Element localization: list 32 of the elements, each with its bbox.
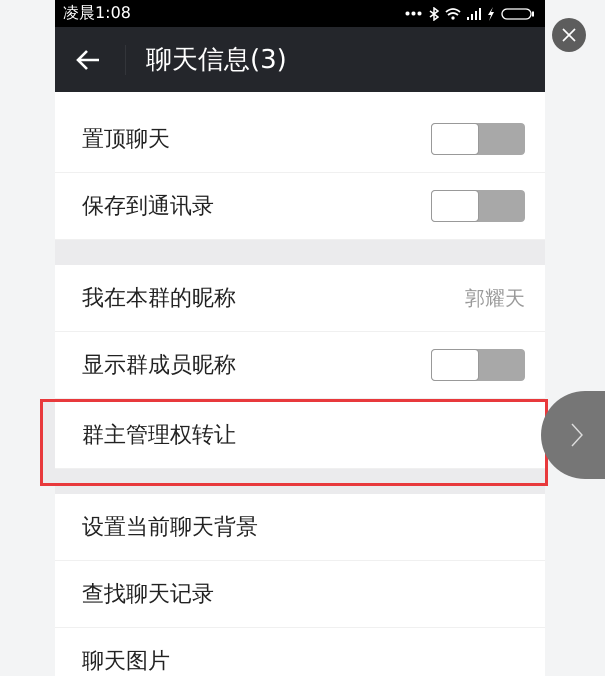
settings-row[interactable]: 保存到通讯录: [55, 173, 545, 240]
toggle-switch[interactable]: [431, 349, 525, 381]
settings-row[interactable]: 设置当前聊天背景: [55, 494, 545, 561]
row-label: 聊天图片: [82, 648, 170, 676]
settings-row[interactable]: 置顶聊天: [55, 106, 545, 173]
chevron-right-icon: [571, 423, 583, 447]
signal-icon: [467, 8, 481, 20]
row-label: 查找聊天记录: [82, 581, 214, 609]
settings-row[interactable]: 查找聊天记录: [55, 561, 545, 628]
row-label: 我在本群的昵称: [82, 285, 236, 313]
settings-row[interactable]: 聊天图片: [55, 628, 545, 676]
status-time: 凌晨1:08: [63, 3, 131, 24]
settings-row[interactable]: 群主管理权转让: [55, 402, 545, 469]
row-label: 置顶聊天: [82, 126, 170, 154]
row-label: 群主管理权转让: [82, 422, 236, 450]
close-icon: [562, 28, 576, 42]
screen-title: 聊天信息(3): [146, 44, 287, 77]
row-label: 设置当前聊天背景: [82, 514, 258, 542]
toggle-switch[interactable]: [431, 190, 525, 222]
back-arrow-icon[interactable]: [75, 48, 101, 70]
row-label: 显示群成员昵称: [82, 352, 236, 380]
row-value: 郭耀天: [465, 284, 525, 312]
battery-icon: [501, 8, 535, 20]
wifi-icon: [445, 7, 461, 20]
bluetooth-icon: [429, 6, 439, 20]
more-dots-icon: [405, 11, 423, 16]
charging-icon: [487, 6, 495, 20]
close-button[interactable]: [552, 18, 586, 52]
next-button[interactable]: [541, 391, 605, 479]
settings-row[interactable]: 我在本群的昵称 郭耀天: [55, 265, 545, 332]
toggle-switch[interactable]: [431, 123, 525, 155]
row-label: 保存到通讯录: [82, 193, 214, 221]
